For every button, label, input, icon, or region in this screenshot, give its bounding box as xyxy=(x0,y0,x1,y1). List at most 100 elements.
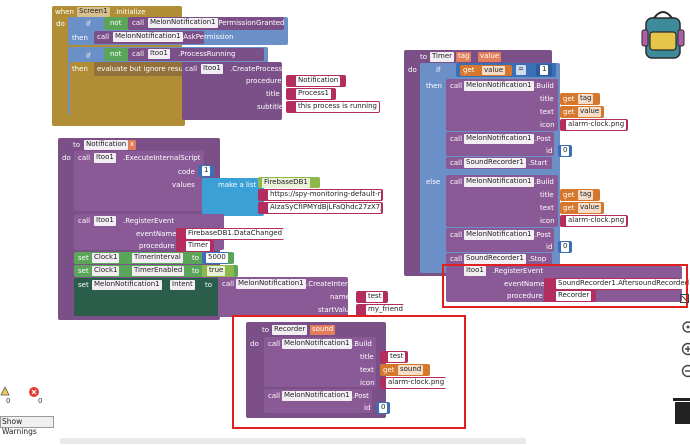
title-label-3: title xyxy=(540,191,554,199)
firebase-dropdown[interactable]: FirebaseDB1 xyxy=(262,178,310,188)
melon-dropdown-3[interactable]: MelonNotification1 xyxy=(464,81,534,91)
icon-text-value[interactable]: alarm-clock.png xyxy=(566,120,627,130)
error-count: 0 xyxy=(38,397,43,405)
component-dropdown-2[interactable]: MelonNotification1 xyxy=(113,32,183,42)
get-label-2: get xyxy=(563,95,575,103)
show-warnings-button[interactable]: Show Warnings xyxy=(0,416,54,436)
itoo-dropdown-3[interactable]: Itoo1 xyxy=(94,153,116,163)
call-label-7: call xyxy=(222,280,235,288)
not-label: not xyxy=(110,19,122,27)
compare-number-value[interactable]: 1 xyxy=(540,65,549,75)
intent-dropdown[interactable]: Intent xyxy=(170,280,195,290)
enabled-dropdown[interactable]: TimerEnabled xyxy=(132,266,185,276)
sr-dropdown[interactable]: SoundRecorder1 xyxy=(464,158,526,168)
call-label-6: call xyxy=(78,217,91,225)
crosshair-icon[interactable] xyxy=(679,320,690,334)
key-text-value[interactable]: AIzaSyCfIPMYdBjLFaQhdc27zX7jq7a28qa... xyxy=(268,203,381,213)
melon-dropdown-5[interactable]: MelonNotification1 xyxy=(464,177,534,187)
get-value-dropdown[interactable]: value xyxy=(482,66,506,75)
if-label-2: if xyxy=(86,52,91,60)
title-text-value[interactable]: Process1 xyxy=(296,89,332,99)
get-val-dropdown-2[interactable]: value xyxy=(578,203,602,213)
call-label-4: call xyxy=(185,65,198,73)
code-number-value[interactable]: 1 xyxy=(202,166,211,176)
param-tag[interactable]: tag xyxy=(456,52,472,62)
true-value[interactable]: true xyxy=(207,266,226,276)
id-number-value-2[interactable]: 0 xyxy=(561,242,570,252)
startvalue-text-value[interactable]: my_friend xyxy=(366,305,405,315)
not-label-2: not xyxy=(110,50,122,58)
warning-count: 0 xyxy=(6,397,11,405)
call-label-3: call xyxy=(132,50,145,58)
build-label-2: .Build xyxy=(534,178,554,186)
to-label-3: to xyxy=(192,267,200,275)
call-label-11: call xyxy=(450,178,463,186)
call-label-10: call xyxy=(450,159,463,167)
horizontal-scrollbar[interactable] xyxy=(60,438,526,444)
component-dropdown[interactable]: MelonNotification1 xyxy=(148,18,218,28)
notification-name[interactable]: Notification xyxy=(84,140,129,150)
name-text-value[interactable]: test xyxy=(366,292,384,302)
zoom-in-icon[interactable] xyxy=(679,342,690,356)
melon-dropdown-6[interactable]: MelonNotification1 xyxy=(464,230,534,240)
melon-dropdown-2[interactable]: MelonNotification1 xyxy=(236,279,306,289)
itoo-dropdown[interactable]: Itoo1 xyxy=(148,49,170,59)
param-x[interactable]: x xyxy=(128,140,137,150)
set-label-3: set xyxy=(78,281,89,289)
call-label-8: call xyxy=(450,82,463,90)
timer-name[interactable]: Timer xyxy=(430,52,455,62)
icon-label-2: icon xyxy=(540,217,555,225)
procedure-text-value[interactable]: Notification xyxy=(296,76,341,86)
equals-dropdown[interactable]: = xyxy=(516,65,526,75)
get-label: get xyxy=(463,66,475,74)
warning-indicator[interactable]: 0 xyxy=(0,386,14,410)
id-number-value[interactable]: 0 xyxy=(561,146,570,156)
sr-dropdown-2[interactable]: SoundRecorder1 xyxy=(464,254,526,264)
melon-dropdown-4[interactable]: MelonNotification1 xyxy=(464,134,534,144)
create-process-label: .CreateProcess xyxy=(230,65,283,73)
param-value[interactable]: value xyxy=(478,52,502,62)
corner-marker-icon xyxy=(680,294,689,303)
post-label: .Post xyxy=(534,135,551,143)
do-label-2: do xyxy=(62,154,71,162)
clock-dropdown-2[interactable]: Clock1 xyxy=(92,266,120,276)
set-label-2: set xyxy=(78,267,89,275)
method-label: .PermissionGranted xyxy=(216,19,285,27)
zoom-out-icon[interactable] xyxy=(679,364,690,378)
recorder-highlight-box xyxy=(232,315,466,429)
get-tag-dropdown[interactable]: tag xyxy=(578,94,594,104)
url-text-value[interactable]: https://spy-monitoring-default-rtdb.fire… xyxy=(268,190,381,200)
make-list-label: make a list xyxy=(218,181,257,189)
get-val-dropdown[interactable]: value xyxy=(578,107,602,117)
error-indicator[interactable]: 0 xyxy=(28,386,48,410)
trash-icon[interactable] xyxy=(673,396,690,426)
get-tag-dropdown-2[interactable]: tag xyxy=(578,190,594,200)
show-warnings-label: Show Warnings xyxy=(2,417,37,436)
call-label-13: call xyxy=(450,255,463,263)
interval-dropdown[interactable]: TimerInterval xyxy=(132,253,183,263)
call-label-12: call xyxy=(450,231,463,239)
text-label: text xyxy=(540,108,554,116)
itoo-dropdown-4[interactable]: Itoo1 xyxy=(94,216,116,226)
icon-text-value-2[interactable]: alarm-clock.png xyxy=(566,216,627,226)
get-label-5: get xyxy=(563,204,575,212)
procedure-label: procedure xyxy=(246,77,282,85)
backpack-icon[interactable] xyxy=(640,6,686,60)
itoo-dropdown-2[interactable]: Itoo1 xyxy=(201,64,223,74)
melon-dropdown[interactable]: MelonNotification1 xyxy=(92,280,162,290)
start-label: .Start xyxy=(528,159,548,167)
call-label-2: call xyxy=(97,33,110,41)
call-label: call xyxy=(132,19,145,27)
register-event-label: .RegisterEvent xyxy=(123,217,175,225)
screen-dropdown[interactable]: Screen1 xyxy=(77,7,110,17)
timer-text-value[interactable]: Timer xyxy=(186,241,211,251)
interval-number-value[interactable]: 5000 xyxy=(206,253,228,263)
method-label-2: .AskPermission xyxy=(181,33,234,41)
title-label: title xyxy=(266,90,280,98)
subtitle-text-value[interactable]: this process is running xyxy=(296,102,379,112)
then-label-2: then xyxy=(72,65,88,73)
then-label: then xyxy=(72,34,88,42)
eventname-text-value[interactable]: FirebaseDB1.DataChanged xyxy=(186,229,285,239)
get-label-3: get xyxy=(563,108,575,116)
clock-dropdown[interactable]: Clock1 xyxy=(92,253,120,263)
